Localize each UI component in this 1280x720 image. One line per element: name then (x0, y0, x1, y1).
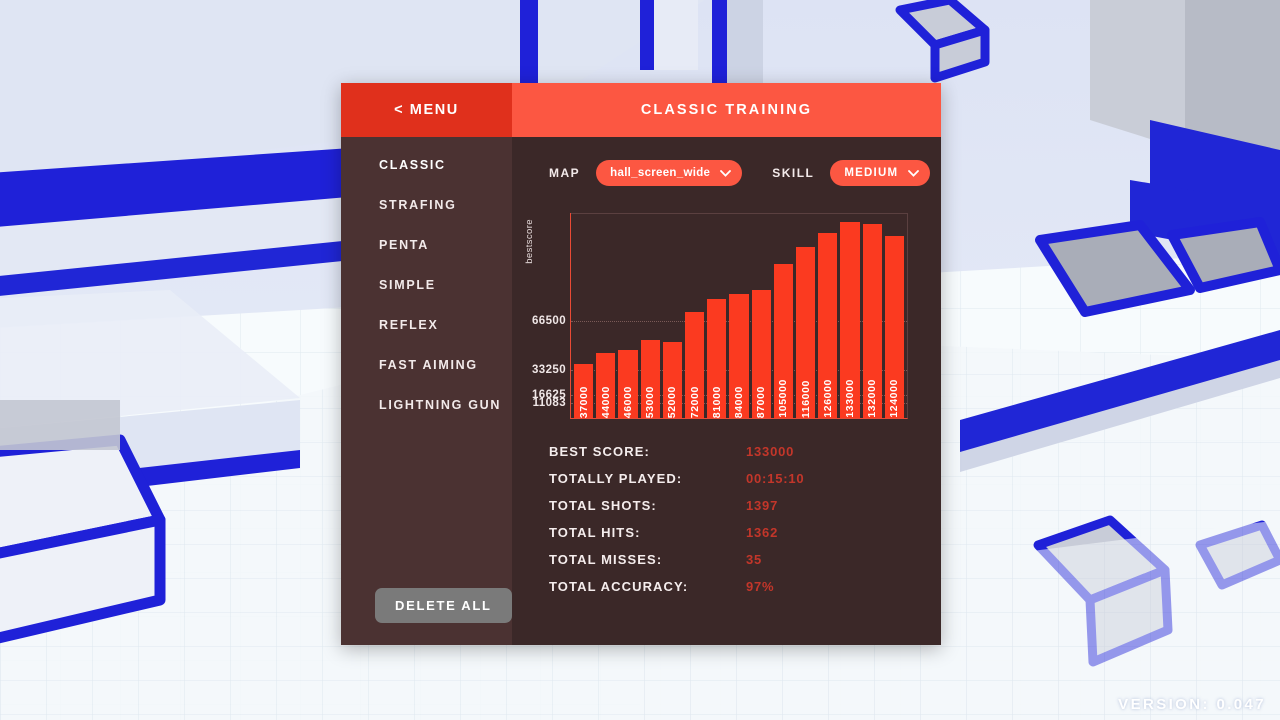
sidebar-item-penta[interactable]: PENTA (341, 225, 512, 265)
back-to-menu-button[interactable]: < MENU (341, 83, 512, 137)
delete-all-wrap: DELETE ALL (341, 588, 512, 645)
stat-row: TOTAL HITS: 1362 (549, 519, 941, 546)
map-dropdown-value: hall_screen_wide (610, 167, 711, 179)
panel-header: < MENU CLASSIC TRAINING (341, 83, 941, 137)
stat-row: BEST SCORE: 133000 (549, 438, 941, 465)
stat-row: TOTAL MISSES: 35 (549, 546, 941, 573)
stat-value: 35 (746, 552, 763, 567)
chart-bar-label: 46000 (622, 385, 634, 418)
chart-bar[interactable]: 132000 (862, 223, 882, 418)
sidebar-item-label: FAST AIMING (379, 358, 478, 372)
sidebar-item-label: LIGHTNING GUN (379, 398, 502, 412)
chart-bar-label: 87000 (755, 385, 768, 418)
stat-row: TOTAL ACCURACY: 97% (549, 573, 941, 600)
chart-bar[interactable]: 124000 (884, 235, 905, 418)
stat-key: BEST SCORE: (549, 444, 650, 459)
delete-all-button[interactable]: DELETE ALL (375, 588, 512, 623)
chart-bar[interactable]: 53000 (640, 340, 660, 418)
bestscore-bar-chart: bestscore 66500 33250 16625 11083 37000 4400… (512, 209, 941, 424)
controls-row: MAP hall_screen_wide SKILL MEDIUM (512, 155, 941, 191)
back-to-menu-label: < MENU (394, 102, 459, 118)
stat-key: TOTALLY PLAYED: (549, 471, 683, 486)
chart-y-tick: 66500 (532, 315, 566, 328)
sidebar-item-classic[interactable]: CLASSIC (341, 145, 512, 185)
chart-bar-label: 84000 (733, 385, 746, 418)
chart-bar[interactable]: 46000 (618, 350, 638, 418)
chart-plot-area: 37000 44000 46000 53000 52000 72000 81000 84000… (570, 213, 908, 419)
chart-bar-label: 53000 (644, 385, 657, 418)
chart-bar-label: 44000 (599, 385, 612, 418)
stat-value: 00:15:10 (746, 471, 805, 486)
chart-y-axis-ticks: 66500 33250 16625 11083 (512, 209, 570, 424)
chevron-down-icon (720, 169, 732, 177)
sidebar-item-label: CLASSIC (379, 158, 446, 172)
chart-bar[interactable]: 72000 (685, 312, 705, 418)
chart-bar[interactable]: 84000 (729, 294, 749, 418)
chevron-down-icon (908, 169, 920, 177)
training-stats-panel: < MENU CLASSIC TRAINING CLASSIC STRAFING P… (341, 83, 941, 645)
stat-value: 97% (746, 579, 775, 594)
sidebar-item-label: REFLEX (379, 318, 439, 332)
sidebar-item-reflex[interactable]: REFLEX (341, 305, 512, 345)
chart-bar[interactable]: 52000 (662, 341, 683, 418)
stat-key: TOTAL ACCURACY: (549, 579, 689, 594)
chart-bar[interactable]: 87000 (751, 290, 771, 418)
panel-body: CLASSIC STRAFING PENTA SIMPLE REFLEX FAST AIM… (341, 137, 941, 645)
chart-bar-label: 124000 (888, 379, 901, 418)
stat-key: TOTAL HITS: (549, 525, 641, 540)
stats-list: BEST SCORE: 133000 TOTALLY PLAYED: 00:15:10… (512, 424, 941, 600)
stat-value: 1362 (746, 525, 779, 540)
chart-bar-label: 132000 (866, 379, 879, 418)
stat-row: TOTALLY PLAYED: 00:15:10 (549, 465, 941, 492)
chart-bar-label: 133000 (844, 379, 857, 418)
skill-dropdown[interactable]: MEDIUM (830, 160, 931, 186)
panel-title-label: CLASSIC TRAINING (640, 102, 813, 118)
chart-y-tick: 33250 (532, 364, 566, 377)
stat-value: 1397 (746, 498, 779, 513)
skill-dropdown-value: MEDIUM (844, 167, 899, 179)
sidebar-nav: CLASSIC STRAFING PENTA SIMPLE REFLEX FAST AIM… (341, 137, 512, 645)
sidebar-item-label: SIMPLE (379, 278, 436, 292)
skill-label: SKILL (772, 166, 815, 180)
chart-bar[interactable]: 44000 (596, 353, 616, 418)
panel-title: CLASSIC TRAINING (512, 83, 941, 137)
map-label: MAP (549, 166, 581, 180)
stat-key: TOTAL MISSES: (549, 552, 663, 567)
sidebar-item-label: PENTA (379, 238, 429, 252)
stat-key: TOTAL SHOTS: (549, 498, 657, 513)
chart-bar[interactable]: 105000 (773, 263, 794, 418)
chart-bar-label: 116000 (799, 379, 812, 418)
chart-bars: 37000 44000 46000 53000 52000 72000 81000 84000… (574, 213, 905, 418)
chart-bar[interactable]: 133000 (840, 222, 860, 418)
content-area: MAP hall_screen_wide SKILL MEDIUM bestsc… (512, 137, 941, 645)
stat-value: 133000 (746, 444, 795, 459)
chart-bar[interactable]: 37000 (574, 363, 594, 418)
version-label: VERSION: 0.047 (1118, 696, 1266, 713)
sidebar-item-lightning-gun[interactable]: LIGHTNING GUN (341, 385, 512, 425)
chart-bar-label: 52000 (666, 385, 679, 418)
sidebar-item-list: CLASSIC STRAFING PENTA SIMPLE REFLEX FAST AIM… (341, 145, 512, 425)
chart-bar[interactable]: 81000 (707, 298, 727, 418)
chart-bar-label: 81000 (710, 385, 723, 418)
chart-bar-label: 37000 (577, 385, 590, 418)
map-dropdown[interactable]: hall_screen_wide (596, 160, 743, 186)
chart-bar[interactable]: 126000 (818, 232, 838, 418)
sidebar-item-label: STRAFING (379, 198, 457, 212)
chart-bar-label: 72000 (688, 385, 701, 418)
sidebar-item-fast-aiming[interactable]: FAST AIMING (341, 345, 512, 385)
chart-y-tick: 11083 (532, 396, 566, 409)
chart-bar-label: 126000 (821, 379, 834, 418)
stat-row: TOTAL SHOTS: 1397 (549, 492, 941, 519)
chart-bar[interactable]: 116000 (796, 247, 816, 418)
chart-bar-label: 105000 (777, 379, 790, 418)
sidebar-item-simple[interactable]: SIMPLE (341, 265, 512, 305)
sidebar-item-strafing[interactable]: STRAFING (341, 185, 512, 225)
